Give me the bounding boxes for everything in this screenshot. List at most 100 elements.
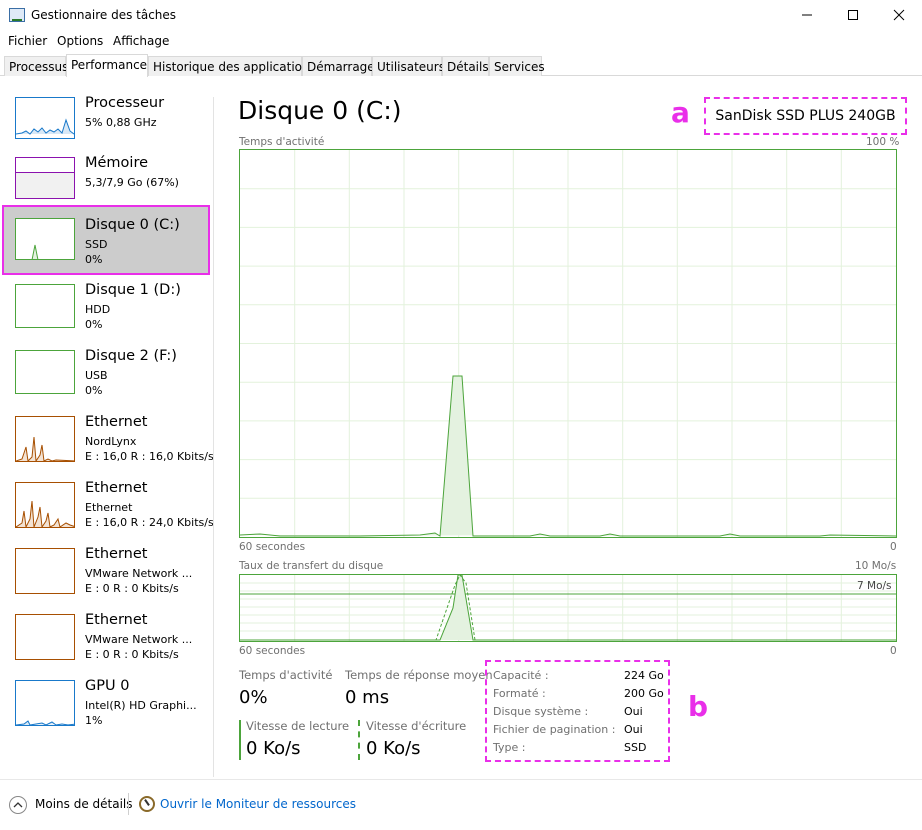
resource-monitor-link[interactable]: Ouvrir le Moniteur de ressources xyxy=(160,797,356,811)
transfer-graph xyxy=(239,574,897,642)
task-manager-icon xyxy=(9,8,25,22)
prop-formatted-label: Formaté : xyxy=(493,687,546,700)
prop-formatted-value: 200 Go xyxy=(624,687,664,700)
sidebar-item-detail: SSD xyxy=(85,238,108,251)
ethernet-thumbnail xyxy=(15,614,75,660)
transfer-graph-min: 0 xyxy=(890,645,897,657)
performance-sidebar: Processeur 5% 0,88 GHz Mémoire 5,3/7,9 G… xyxy=(0,77,214,777)
disk-model-name: SanDisk SSD PLUS 240GB xyxy=(704,97,907,135)
sidebar-item-detail: Ethernet xyxy=(85,501,133,514)
prop-type-label: Type : xyxy=(493,741,526,754)
response-stat-value: 0 ms xyxy=(345,687,390,708)
activity-stat-label: Temps d'activité xyxy=(239,668,333,682)
close-icon xyxy=(893,9,905,21)
sidebar-item-disk-0[interactable]: Disque 0 (C:) SSD 0% xyxy=(2,205,210,275)
maximize-icon xyxy=(848,10,858,20)
ethernet-thumbnail xyxy=(15,416,75,462)
annotation-a: a xyxy=(671,96,690,129)
ethernet-thumbnail xyxy=(15,548,75,594)
tab-processus[interactable]: Processus xyxy=(4,56,68,76)
disk2-thumbnail xyxy=(15,350,75,394)
sidebar-item-detail: USB xyxy=(85,369,108,382)
prop-pagefile-label: Fichier de pagination : xyxy=(493,723,616,736)
tab-bar: Processus Performance Historique des app… xyxy=(0,54,922,77)
sidebar-item-name: Ethernet xyxy=(85,414,148,430)
menu-options[interactable]: Options xyxy=(57,34,103,48)
disk1-thumbnail xyxy=(15,284,75,328)
sidebar-item-name: Disque 1 (D:) xyxy=(85,282,181,298)
sidebar-item-usage: 1% xyxy=(85,714,103,727)
sidebar-item-name: Mémoire xyxy=(85,155,149,171)
disk-properties: Capacité : 224 Go Formaté : 200 Go Disqu… xyxy=(485,660,670,762)
sidebar-item-name: Ethernet xyxy=(85,612,148,628)
minimize-button[interactable] xyxy=(784,0,830,31)
tab-utilisateurs[interactable]: Utilisateurs xyxy=(372,56,445,76)
sidebar-item-throughput: E : 0 R : 0 Kbits/s xyxy=(85,582,179,595)
sidebar-item-gpu[interactable]: GPU 0 Intel(R) HD Graphi... 1% xyxy=(3,676,211,742)
transfer-graph-time: 60 secondes xyxy=(239,645,306,657)
window-title: Gestionnaire des tâches xyxy=(31,8,177,22)
close-button[interactable] xyxy=(876,0,922,31)
sidebar-item-disk-1[interactable]: Disque 1 (D:) HDD 0% xyxy=(3,280,211,346)
sidebar-item-usage: 0% xyxy=(85,253,103,266)
ethernet-thumbnail xyxy=(15,482,75,528)
sidebar-item-name: GPU 0 xyxy=(85,678,130,694)
sidebar-item-usage: 0% xyxy=(85,384,103,397)
response-stat-label: Temps de réponse moyen xyxy=(345,668,493,682)
sidebar-item-name: Ethernet xyxy=(85,546,148,562)
tab-demarrage[interactable]: Démarrage xyxy=(302,56,375,76)
prop-system-disk-value: Oui xyxy=(624,705,643,718)
title-bar: Gestionnaire des tâches xyxy=(0,0,922,31)
tab-historique[interactable]: Historique des applications xyxy=(148,56,316,76)
sidebar-item-cpu[interactable]: Processeur 5% 0,88 GHz xyxy=(3,93,211,159)
write-speed-indicator xyxy=(358,720,360,760)
sidebar-item-disk-2[interactable]: Disque 2 (F:) USB 0% xyxy=(3,346,211,412)
prop-system-disk-label: Disque système : xyxy=(493,705,589,718)
tab-details[interactable]: Détails xyxy=(442,56,489,76)
disk0-thumbnail xyxy=(15,218,75,260)
activity-stat-value: 0% xyxy=(239,687,268,708)
sidebar-item-detail: 5,3/7,9 Go (67%) xyxy=(85,176,179,189)
sidebar-item-name: Ethernet xyxy=(85,480,148,496)
transfer-graph-label: Taux de transfert du disque xyxy=(239,560,384,572)
footer-divider xyxy=(0,779,922,780)
transfer-graph-line-label: 7 Mo/s xyxy=(857,580,892,592)
transfer-graph-max: 10 Mo/s xyxy=(855,560,897,572)
sidebar-item-ethernet-vmware-2[interactable]: Ethernet VMware Network ... E : 0 R : 0 … xyxy=(3,610,211,676)
sidebar-item-throughput: E : 16,0 R : 16,0 Kbits/s xyxy=(85,450,214,463)
sidebar-item-detail: VMware Network ... xyxy=(85,633,193,646)
panel-divider xyxy=(213,97,214,777)
tab-performance[interactable]: Performance xyxy=(66,54,148,77)
menu-bar: Fichier Options Affichage xyxy=(0,31,922,51)
read-speed-indicator xyxy=(239,720,241,760)
fewer-details-button[interactable] xyxy=(9,796,27,814)
menu-fichier[interactable]: Fichier xyxy=(8,34,47,48)
sidebar-item-ethernet[interactable]: Ethernet Ethernet E : 16,0 R : 24,0 Kbit… xyxy=(3,478,214,544)
sidebar-item-name: Disque 2 (F:) xyxy=(85,348,177,364)
page-title: Disque 0 (C:) xyxy=(238,96,402,125)
prop-capacity-value: 224 Go xyxy=(624,669,664,682)
prop-type-value: SSD xyxy=(624,741,647,754)
sidebar-item-usage: 0% xyxy=(85,318,103,331)
read-speed-label: Vitesse de lecture xyxy=(246,719,350,733)
cpu-thumbnail xyxy=(15,97,75,139)
sidebar-item-name: Processeur xyxy=(85,95,165,111)
prop-pagefile-value: Oui xyxy=(624,723,643,736)
sidebar-item-ethernet-nordlynx[interactable]: Ethernet NordLynx E : 16,0 R : 16,0 Kbit… xyxy=(3,412,214,478)
fewer-details-label[interactable]: Moins de détails xyxy=(35,797,133,811)
sidebar-item-detail: 5% 0,88 GHz xyxy=(85,116,157,129)
memory-thumbnail xyxy=(15,157,75,199)
maximize-button[interactable] xyxy=(830,0,876,31)
sidebar-item-detail: VMware Network ... xyxy=(85,567,193,580)
minimize-icon xyxy=(802,14,812,16)
sidebar-item-ethernet-vmware-1[interactable]: Ethernet VMware Network ... E : 0 R : 0 … xyxy=(3,544,211,610)
sidebar-item-throughput: E : 16,0 R : 24,0 Kbits/s xyxy=(85,516,214,529)
menu-affichage[interactable]: Affichage xyxy=(113,34,169,48)
transfer-graph-plot xyxy=(240,575,896,641)
chevron-up-icon xyxy=(13,802,23,808)
sidebar-item-detail: HDD xyxy=(85,303,111,316)
sidebar-item-throughput: E : 0 R : 0 Kbits/s xyxy=(85,648,179,661)
read-speed-value: 0 Ko/s xyxy=(246,738,301,759)
tab-services[interactable]: Services xyxy=(489,56,545,76)
sidebar-item-name: Disque 0 (C:) xyxy=(85,217,180,233)
